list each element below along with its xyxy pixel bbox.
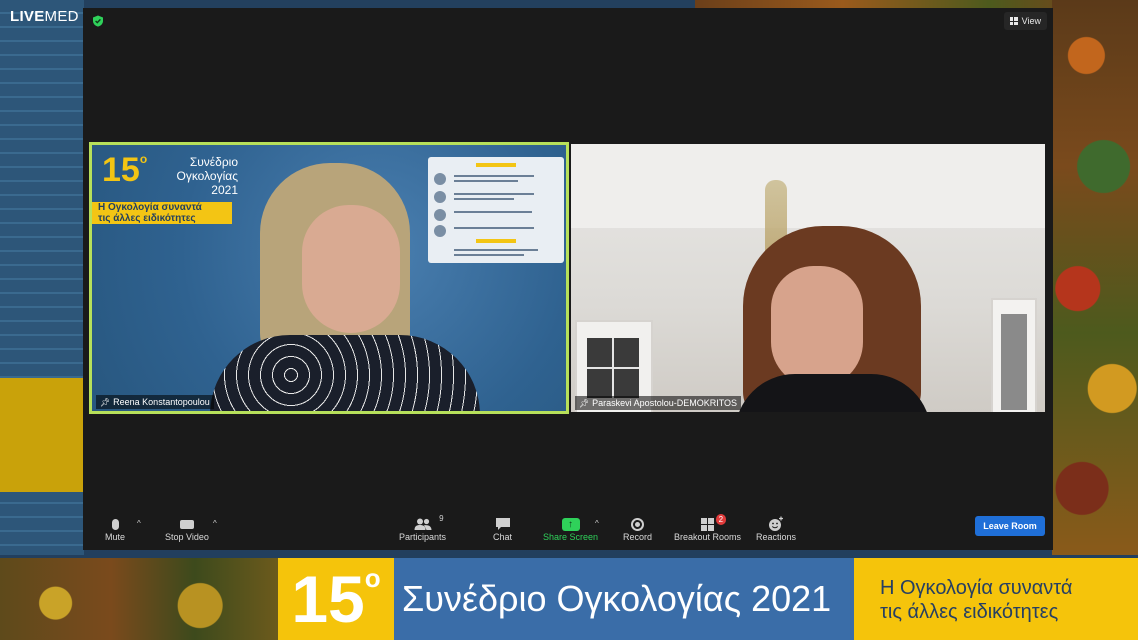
banner-artwork: [0, 558, 278, 640]
audio-options-chevron-icon[interactable]: ^: [137, 519, 141, 528]
breakout-rooms-icon: [701, 517, 715, 531]
participants-count: 9: [439, 514, 444, 523]
meeting-toolbar: Mute ^ Stop Video ^ 9 Participants Chat …: [83, 510, 1053, 550]
participants-icon: [414, 518, 432, 530]
participant-name-tag: 📌︎ Paraskevi Apostolou-DEMOKRITOS: [575, 396, 742, 410]
camera-icon: [179, 519, 194, 529]
stop-video-button[interactable]: Stop Video: [165, 516, 209, 548]
share-screen-icon: ↑: [561, 517, 580, 531]
right-door: [991, 298, 1037, 412]
view-button[interactable]: View: [1003, 12, 1047, 30]
right-art-panel: [1052, 0, 1138, 555]
grid-icon: [1009, 17, 1018, 25]
chat-button[interactable]: Chat: [493, 516, 512, 548]
speaker-face: [302, 205, 400, 333]
video-tile[interactable]: 📌︎ Paraskevi Apostolou-DEMOKRITOS: [571, 144, 1045, 412]
participants-button[interactable]: 9 Participants: [399, 514, 446, 548]
ceiling: [571, 144, 1045, 228]
banner-title: Συνέδριο Ογκολογίας 2021: [394, 558, 854, 640]
breakout-rooms-badge: 2: [715, 514, 727, 525]
video-options-chevron-icon[interactable]: ^: [213, 519, 217, 528]
leave-room-button[interactable]: Leave Room: [975, 516, 1045, 536]
pin-icon: 📌︎: [100, 397, 111, 407]
record-button[interactable]: Record: [623, 516, 652, 548]
microphone-icon: [111, 518, 119, 530]
poster-number: 15o: [102, 151, 148, 189]
chat-icon: [495, 518, 510, 530]
participant-face: [771, 266, 863, 388]
record-icon: [631, 517, 644, 531]
mute-button[interactable]: Mute: [105, 516, 125, 548]
participant-name: Paraskevi Apostolou-DEMOKRITOS: [592, 398, 738, 408]
view-label: View: [1021, 16, 1041, 26]
participant-name: Reena Konstantopoulou: [113, 397, 210, 407]
banner-number: 15o: [278, 558, 394, 640]
zoom-window: View 15o Συνέδριο Ογκολογίας 2021 Η Ογκο…: [83, 8, 1053, 550]
left-gold-panel: [0, 378, 84, 492]
video-tile-active-speaker[interactable]: 15o Συνέδριο Ογκολογίας 2021 Η Ογκολογία…: [89, 142, 569, 414]
poster-title: Συνέδριο Ογκολογίας 2021: [176, 155, 238, 197]
banner-tagline: Η Ογκολογία συναντά τις άλλες ειδικότητε…: [854, 558, 1138, 640]
poster-tagline: Η Ογκολογία συναντά τις άλλες ειδικότητε…: [92, 202, 232, 224]
conference-banner: 15o Συνέδριο Ογκολογίας 2021 Η Ογκολογία…: [0, 558, 1138, 640]
participant-name-tag: 📌︎ Reena Konstantopoulou: [96, 395, 214, 409]
reactions-button[interactable]: Reactions: [756, 516, 796, 548]
share-screen-button[interactable]: ↑ Share Screen: [543, 516, 598, 548]
encryption-shield-icon[interactable]: [92, 15, 104, 27]
share-options-chevron-icon[interactable]: ^: [595, 519, 599, 528]
stream-stage: LIVEMED View 15o Συνέδριο Ογκολογίας 202…: [0, 0, 1138, 640]
breakout-rooms-button[interactable]: 2 Breakout Rooms: [674, 514, 741, 548]
reactions-smiley-icon: [769, 516, 784, 531]
speaker-body: [210, 335, 480, 411]
poster-program-panel: [428, 157, 564, 263]
pin-icon: 📌︎: [579, 398, 590, 408]
livemed-logo: LIVEMED: [10, 8, 79, 25]
